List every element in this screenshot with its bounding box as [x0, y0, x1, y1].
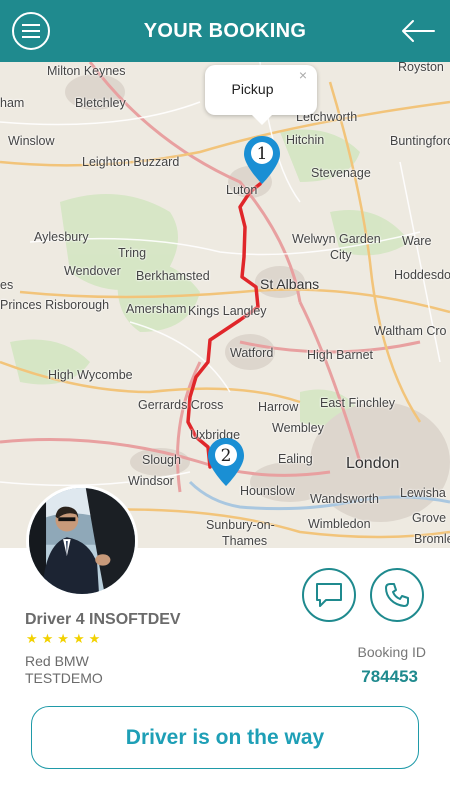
- chat-bubble-icon: [316, 583, 342, 607]
- booking-id-value: 784453: [361, 667, 418, 686]
- map-label: Wembley: [272, 421, 324, 435]
- menu-button[interactable]: [12, 12, 50, 50]
- map-label: Lewisha: [400, 486, 446, 500]
- map-label: Hounslow: [240, 484, 295, 498]
- map-label: City: [330, 248, 352, 262]
- map-label: Milton Keynes: [47, 64, 126, 78]
- map-label: Sunbury-on-: [206, 518, 275, 532]
- rating-stars: ★★★★★: [26, 631, 105, 646]
- map-label: Amersham: [126, 302, 187, 316]
- map-label: Hitchin: [286, 133, 325, 147]
- map-label: Hoddesdo: [394, 268, 450, 282]
- map-label: Wandsworth: [310, 492, 380, 506]
- map-label: ham: [0, 96, 25, 110]
- map-label: Windsor: [128, 474, 174, 488]
- map-label: Gerrards Cross: [138, 398, 224, 412]
- car-model: Red BMW: [25, 653, 89, 669]
- map-label: Welwyn Garden: [292, 232, 381, 246]
- map-label: Thames: [222, 534, 268, 548]
- pin-number: 1: [257, 144, 268, 164]
- map-label: London: [346, 455, 400, 472]
- message-button[interactable]: [302, 568, 356, 622]
- map-label: Bromle: [414, 532, 450, 546]
- map-label: Grove: [412, 511, 447, 525]
- page-title: YOUR BOOKING: [143, 19, 307, 42]
- map-label: Princes Risborough: [0, 298, 110, 312]
- close-icon[interactable]: ×: [299, 67, 307, 83]
- map-label: St Albans: [260, 276, 320, 292]
- hamburger-menu-icon: [22, 24, 40, 26]
- map-label: Kings Langley: [188, 304, 267, 318]
- pickup-popup: Pickup ×: [205, 65, 317, 125]
- map-label: Waltham Cro: [374, 324, 447, 338]
- map-label: Bletchley: [75, 96, 126, 110]
- map-label: Winslow: [8, 134, 55, 148]
- app-header: YOUR BOOKING: [0, 0, 450, 62]
- car-plate: TESTDEMO: [25, 670, 103, 686]
- map-label: Berkhamsted: [136, 269, 210, 283]
- driver-status-button[interactable]: Driver is on the way: [31, 706, 419, 769]
- driver-status-label: Driver is on the way: [125, 725, 325, 749]
- booking-id-label: Booking ID: [357, 644, 426, 660]
- driver-name: Driver 4 INSOFTDEV: [25, 611, 181, 628]
- map-label: Tring: [118, 246, 147, 260]
- map-label: Ealing: [278, 452, 313, 466]
- map-label: Wendover: [64, 264, 121, 278]
- map-label: High Wycombe: [48, 368, 133, 382]
- call-button[interactable]: [370, 568, 424, 622]
- map-label: Aylesbury: [34, 230, 89, 244]
- map-label: Buntingford: [390, 134, 450, 148]
- arrow-left-icon[interactable]: [400, 16, 436, 46]
- driver-photo: [26, 485, 138, 597]
- pickup-pin-icon[interactable]: 1: [242, 134, 282, 186]
- pin-number: 2: [221, 446, 232, 466]
- popup-label: Pickup: [231, 81, 274, 97]
- map-label: es: [0, 278, 14, 292]
- phone-icon: [385, 583, 409, 607]
- map-label: Stevenage: [311, 166, 371, 180]
- map-label: Wimbledon: [308, 517, 371, 531]
- map-label: High Barnet: [307, 348, 374, 362]
- map-label: Slough: [142, 453, 181, 467]
- map-label: Harrow: [258, 400, 299, 414]
- map-label: Watford: [230, 346, 274, 360]
- dropoff-pin-icon[interactable]: 2: [206, 436, 246, 488]
- map-label: Royston: [398, 62, 444, 74]
- map-label: Ware: [402, 234, 432, 248]
- map-label: East Finchley: [320, 396, 396, 410]
- map-label: Leighton Buzzard: [82, 155, 180, 169]
